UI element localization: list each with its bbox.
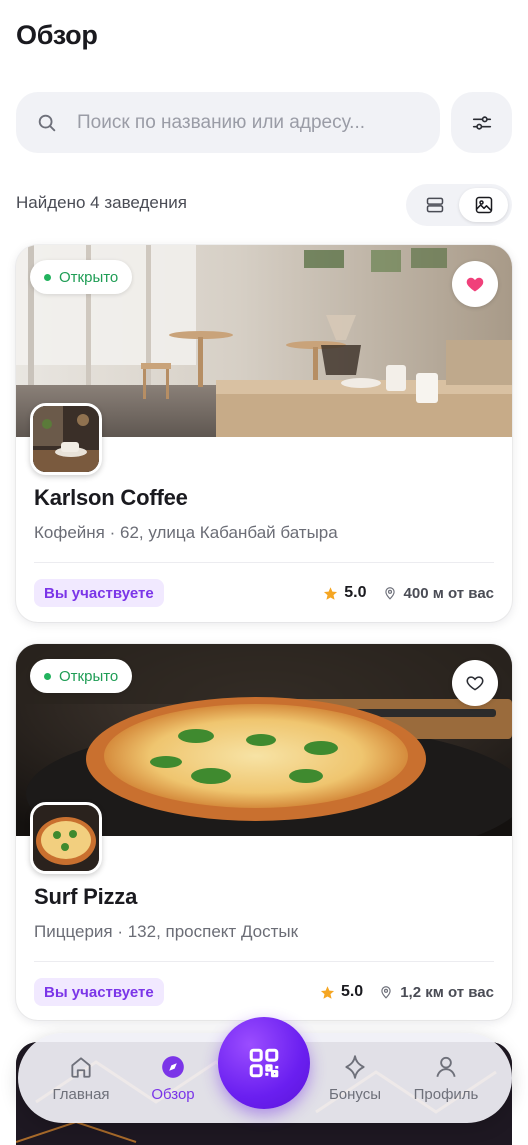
sparkle-icon — [345, 1054, 365, 1079]
search-icon — [38, 114, 56, 131]
venue-distance: 400 м от вас — [383, 585, 494, 602]
nav-item-bonuses[interactable]: Бонусы — [320, 1033, 390, 1123]
venue-meta: Пиццерия · 132, проспект Достык — [34, 922, 299, 941]
explore-screen: Обзор Поиск по названию или адресу... На… — [0, 0, 528, 1145]
image-view-icon — [475, 196, 492, 214]
open-status-label: Открыто — [59, 268, 119, 286]
nav-label: Профиль — [413, 1085, 479, 1103]
favorite-button[interactable] — [452, 261, 498, 307]
location-pin-icon — [384, 587, 395, 600]
open-status-label: Открыто — [59, 667, 119, 685]
star-icon — [320, 985, 334, 999]
venue-distance: 1,2 км от вас — [379, 984, 494, 1001]
venue-name: Karlson Coffee — [34, 485, 188, 510]
participation-badge: Вы участвуете — [34, 978, 164, 1006]
status-dot — [44, 273, 51, 281]
venue-card[interactable]: Открыто Surf Pizza Пиццерия · 132, просп… — [16, 644, 512, 1020]
star-icon — [324, 586, 338, 600]
favorite-button[interactable] — [452, 660, 498, 706]
venue-name: Surf Pizza — [34, 884, 138, 909]
status-dot — [44, 672, 51, 680]
nav-item-explore[interactable]: Обзор — [138, 1033, 208, 1123]
distance-value: 1,2 км от вас — [400, 983, 494, 1001]
rating-value: 5.0 — [344, 584, 367, 601]
venue-rating: 5.0 — [323, 584, 367, 602]
home-icon — [71, 1056, 91, 1078]
venue-card[interactable]: Открыто Karlson Coffee Кофейня · 62, ули… — [16, 245, 512, 622]
rating-value: 5.0 — [340, 983, 364, 1000]
page-title: Обзор — [16, 20, 98, 50]
open-status-badge: Открыто — [30, 260, 133, 294]
nav-label: Обзор — [151, 1085, 195, 1103]
nav-item-home[interactable]: Главная — [46, 1033, 116, 1123]
nav-label: Бонусы — [328, 1085, 382, 1103]
qr-scan-button[interactable] — [218, 1017, 310, 1109]
search-input[interactable]: Поиск по названию или адресу... — [77, 112, 407, 134]
compass-icon — [162, 1055, 184, 1078]
participation-badge: Вы участвуете — [34, 579, 164, 607]
list-view-button[interactable] — [410, 188, 459, 222]
filter-sliders-icon — [472, 115, 491, 130]
distance-value: 400 м от вас — [403, 584, 494, 602]
filter-button[interactable] — [451, 92, 512, 153]
image-view-button[interactable] — [459, 188, 508, 222]
list-view-icon — [426, 197, 443, 213]
venue-rating: 5.0 — [320, 983, 363, 1001]
venue-logo — [30, 802, 102, 874]
venue-logo — [30, 403, 102, 475]
view-toggle — [406, 184, 512, 226]
location-pin-icon — [381, 986, 391, 999]
heart-outline-icon — [466, 676, 484, 691]
search-bar[interactable]: Поиск по названию или адресу... — [16, 92, 440, 153]
heart-filled-icon — [466, 277, 484, 292]
nav-label: Главная — [52, 1085, 110, 1103]
open-status-badge: Открыто — [30, 659, 133, 693]
qr-code-icon — [249, 1048, 279, 1078]
venue-meta: Кофейня · 62, улица Кабанбай батыра — [34, 523, 338, 542]
nav-item-profile[interactable]: Профиль — [408, 1033, 484, 1123]
profile-icon — [436, 1056, 456, 1077]
results-count: Найдено 4 заведения — [16, 193, 187, 212]
